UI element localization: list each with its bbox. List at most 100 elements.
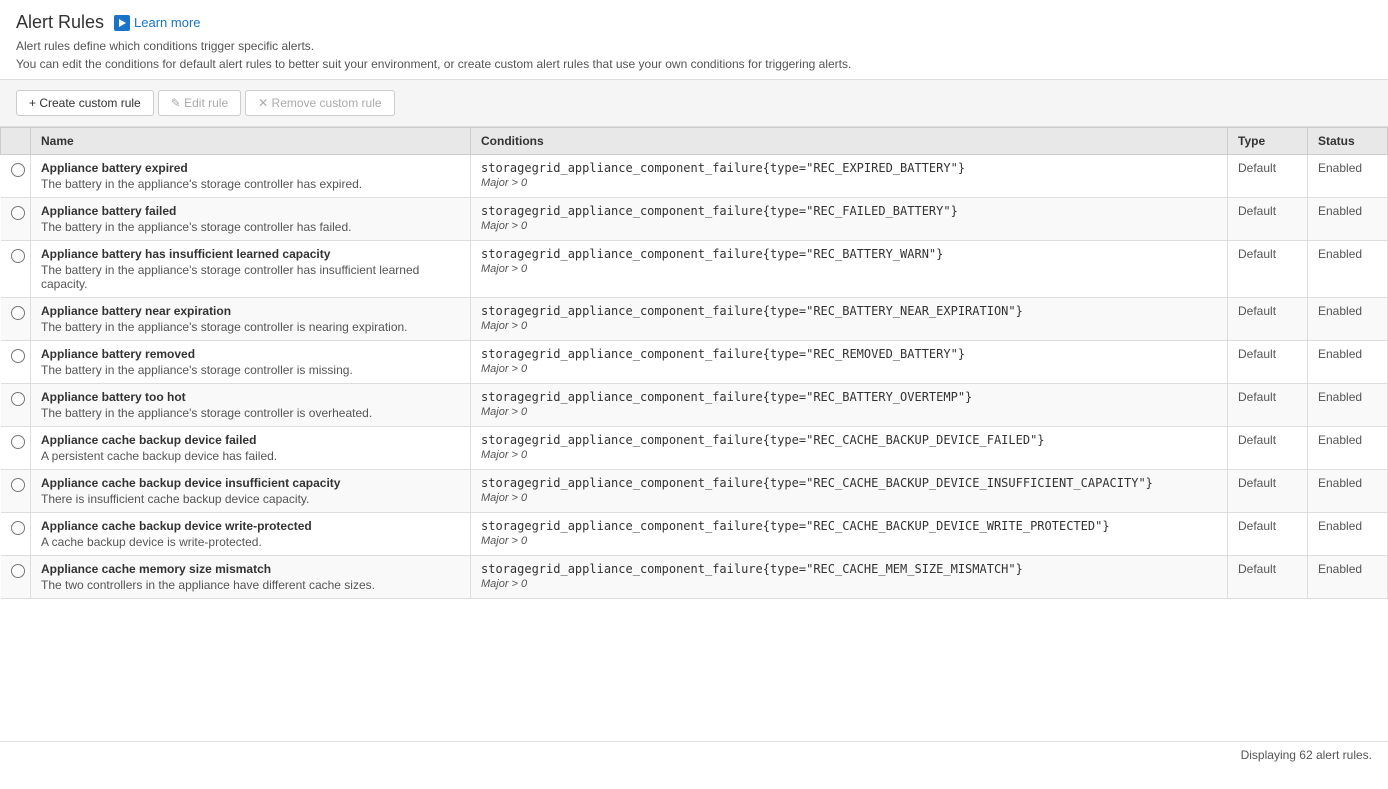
rule-description: A persistent cache backup device has fai… <box>41 449 460 463</box>
condition-expression: storagegrid_appliance_component_failure{… <box>481 247 1217 261</box>
condition-severity: Major > 0 <box>481 578 1217 590</box>
create-custom-rule-button[interactable]: + Create custom rule <box>16 90 154 116</box>
row-conditions-cell: storagegrid_appliance_component_failure{… <box>471 470 1228 513</box>
display-count: Displaying 62 alert rules. <box>1241 748 1372 762</box>
learn-more-label: Learn more <box>134 15 200 30</box>
row-type-cell: Default <box>1228 384 1308 427</box>
rule-description: A cache backup device is write-protected… <box>41 535 460 549</box>
row-status-cell: Enabled <box>1308 384 1388 427</box>
row-conditions-cell: storagegrid_appliance_component_failure{… <box>471 241 1228 298</box>
row-name-cell: Appliance cache memory size mismatch The … <box>31 556 471 599</box>
rule-description: The battery in the appliance's storage c… <box>41 220 460 234</box>
table-row[interactable]: Appliance cache memory size mismatch The … <box>1 556 1388 599</box>
row-name-cell: Appliance battery removedThe battery in … <box>31 341 471 384</box>
rule-description: The battery in the appliance's storage c… <box>41 177 460 191</box>
condition-severity: Major > 0 <box>481 363 1217 375</box>
row-type-cell: Default <box>1228 298 1308 341</box>
row-type-cell: Default <box>1228 198 1308 241</box>
row-name-cell: Appliance cache backup device write-prot… <box>31 513 471 556</box>
row-status-cell: Enabled <box>1308 198 1388 241</box>
table-row[interactable]: Appliance cache backup device failed A pe… <box>1 427 1388 470</box>
toolbar: + Create custom rule ✎ Edit rule ✕ Remov… <box>0 79 1388 127</box>
condition-expression: storagegrid_appliance_component_failure{… <box>481 433 1217 447</box>
row-status-cell: Enabled <box>1308 341 1388 384</box>
footer-bar: Displaying 62 alert rules. <box>0 741 1388 768</box>
table-row[interactable]: Appliance battery failedThe battery in t… <box>1 198 1388 241</box>
row-conditions-cell: storagegrid_appliance_component_failure{… <box>471 556 1228 599</box>
edit-rule-button[interactable]: ✎ Edit rule <box>158 90 241 116</box>
row-type-cell: Default <box>1228 341 1308 384</box>
rule-name: Appliance cache backup device write-prot… <box>41 519 460 533</box>
table-row[interactable]: Appliance battery removedThe battery in … <box>1 341 1388 384</box>
row-type-cell: Default <box>1228 155 1308 198</box>
row-type-cell: Default <box>1228 513 1308 556</box>
remove-custom-rule-button[interactable]: ✕ Remove custom rule <box>245 90 394 116</box>
row-radio-input[interactable] <box>11 392 25 406</box>
row-radio-input[interactable] <box>11 435 25 449</box>
rule-name: Appliance cache backup device insufficie… <box>41 476 460 490</box>
condition-expression: storagegrid_appliance_component_failure{… <box>481 161 1217 175</box>
row-conditions-cell: storagegrid_appliance_component_failure{… <box>471 427 1228 470</box>
col-header-name: Name <box>31 128 471 155</box>
condition-expression: storagegrid_appliance_component_failure{… <box>481 204 1217 218</box>
learn-more-link[interactable]: Learn more <box>114 15 200 31</box>
row-radio-input[interactable] <box>11 163 25 177</box>
row-radio-cell <box>1 298 31 341</box>
condition-expression: storagegrid_appliance_component_failure{… <box>481 304 1217 318</box>
rule-name: Appliance cache backup device failed <box>41 433 460 447</box>
row-conditions-cell: storagegrid_appliance_component_failure{… <box>471 513 1228 556</box>
row-radio-input[interactable] <box>11 521 25 535</box>
table-row[interactable]: Appliance cache backup device insufficie… <box>1 470 1388 513</box>
condition-severity: Major > 0 <box>481 263 1217 275</box>
row-radio-cell <box>1 513 31 556</box>
row-radio-cell <box>1 198 31 241</box>
rule-description: The two controllers in the appliance hav… <box>41 578 460 592</box>
row-conditions-cell: storagegrid_appliance_component_failure{… <box>471 341 1228 384</box>
row-status-cell: Enabled <box>1308 556 1388 599</box>
col-header-conditions: Conditions <box>471 128 1228 155</box>
row-radio-input[interactable] <box>11 306 25 320</box>
rule-name: Appliance battery too hot <box>41 390 460 404</box>
table-container: Name Conditions Type Status Appliance ba… <box>0 127 1388 741</box>
table-row[interactable]: Appliance battery expired The battery in … <box>1 155 1388 198</box>
row-radio-input[interactable] <box>11 478 25 492</box>
row-type-cell: Default <box>1228 556 1308 599</box>
row-status-cell: Enabled <box>1308 298 1388 341</box>
rule-name: Appliance battery removed <box>41 347 460 361</box>
page-header: Alert Rules Learn more Alert rules defin… <box>0 0 1388 79</box>
row-radio-cell <box>1 470 31 513</box>
rule-description: The battery in the appliance's storage c… <box>41 320 460 334</box>
row-type-cell: Default <box>1228 470 1308 513</box>
condition-severity: Major > 0 <box>481 320 1217 332</box>
col-header-type: Type <box>1228 128 1308 155</box>
row-conditions-cell: storagegrid_appliance_component_failure{… <box>471 298 1228 341</box>
rule-name: Appliance cache memory size mismatch <box>41 562 460 576</box>
condition-expression: storagegrid_appliance_component_failure{… <box>481 390 1217 404</box>
row-status-cell: Enabled <box>1308 470 1388 513</box>
condition-severity: Major > 0 <box>481 492 1217 504</box>
condition-severity: Major > 0 <box>481 177 1217 189</box>
table-row[interactable]: Appliance battery near expiration The bat… <box>1 298 1388 341</box>
condition-severity: Major > 0 <box>481 535 1217 547</box>
row-radio-cell <box>1 427 31 470</box>
row-radio-input[interactable] <box>11 564 25 578</box>
row-radio-input[interactable] <box>11 349 25 363</box>
row-radio-cell <box>1 155 31 198</box>
table-row[interactable]: Appliance battery has insufficient learn… <box>1 241 1388 298</box>
row-conditions-cell: storagegrid_appliance_component_failure{… <box>471 384 1228 427</box>
page-title: Alert Rules <box>16 12 104 33</box>
row-name-cell: Appliance battery too hotThe battery in … <box>31 384 471 427</box>
row-radio-input[interactable] <box>11 249 25 263</box>
row-radio-cell <box>1 341 31 384</box>
alert-rules-table: Name Conditions Type Status Appliance ba… <box>0 127 1388 599</box>
row-name-cell: Appliance battery has insufficient learn… <box>31 241 471 298</box>
table-row[interactable]: Appliance cache backup device write-prot… <box>1 513 1388 556</box>
rule-name: Appliance battery near expiration <box>41 304 460 318</box>
table-row[interactable]: Appliance battery too hotThe battery in … <box>1 384 1388 427</box>
condition-severity: Major > 0 <box>481 220 1217 232</box>
col-header-radio <box>1 128 31 155</box>
rule-name: Appliance battery expired <box>41 161 460 175</box>
row-radio-input[interactable] <box>11 206 25 220</box>
condition-expression: storagegrid_appliance_component_failure{… <box>481 476 1217 490</box>
row-type-cell: Default <box>1228 427 1308 470</box>
